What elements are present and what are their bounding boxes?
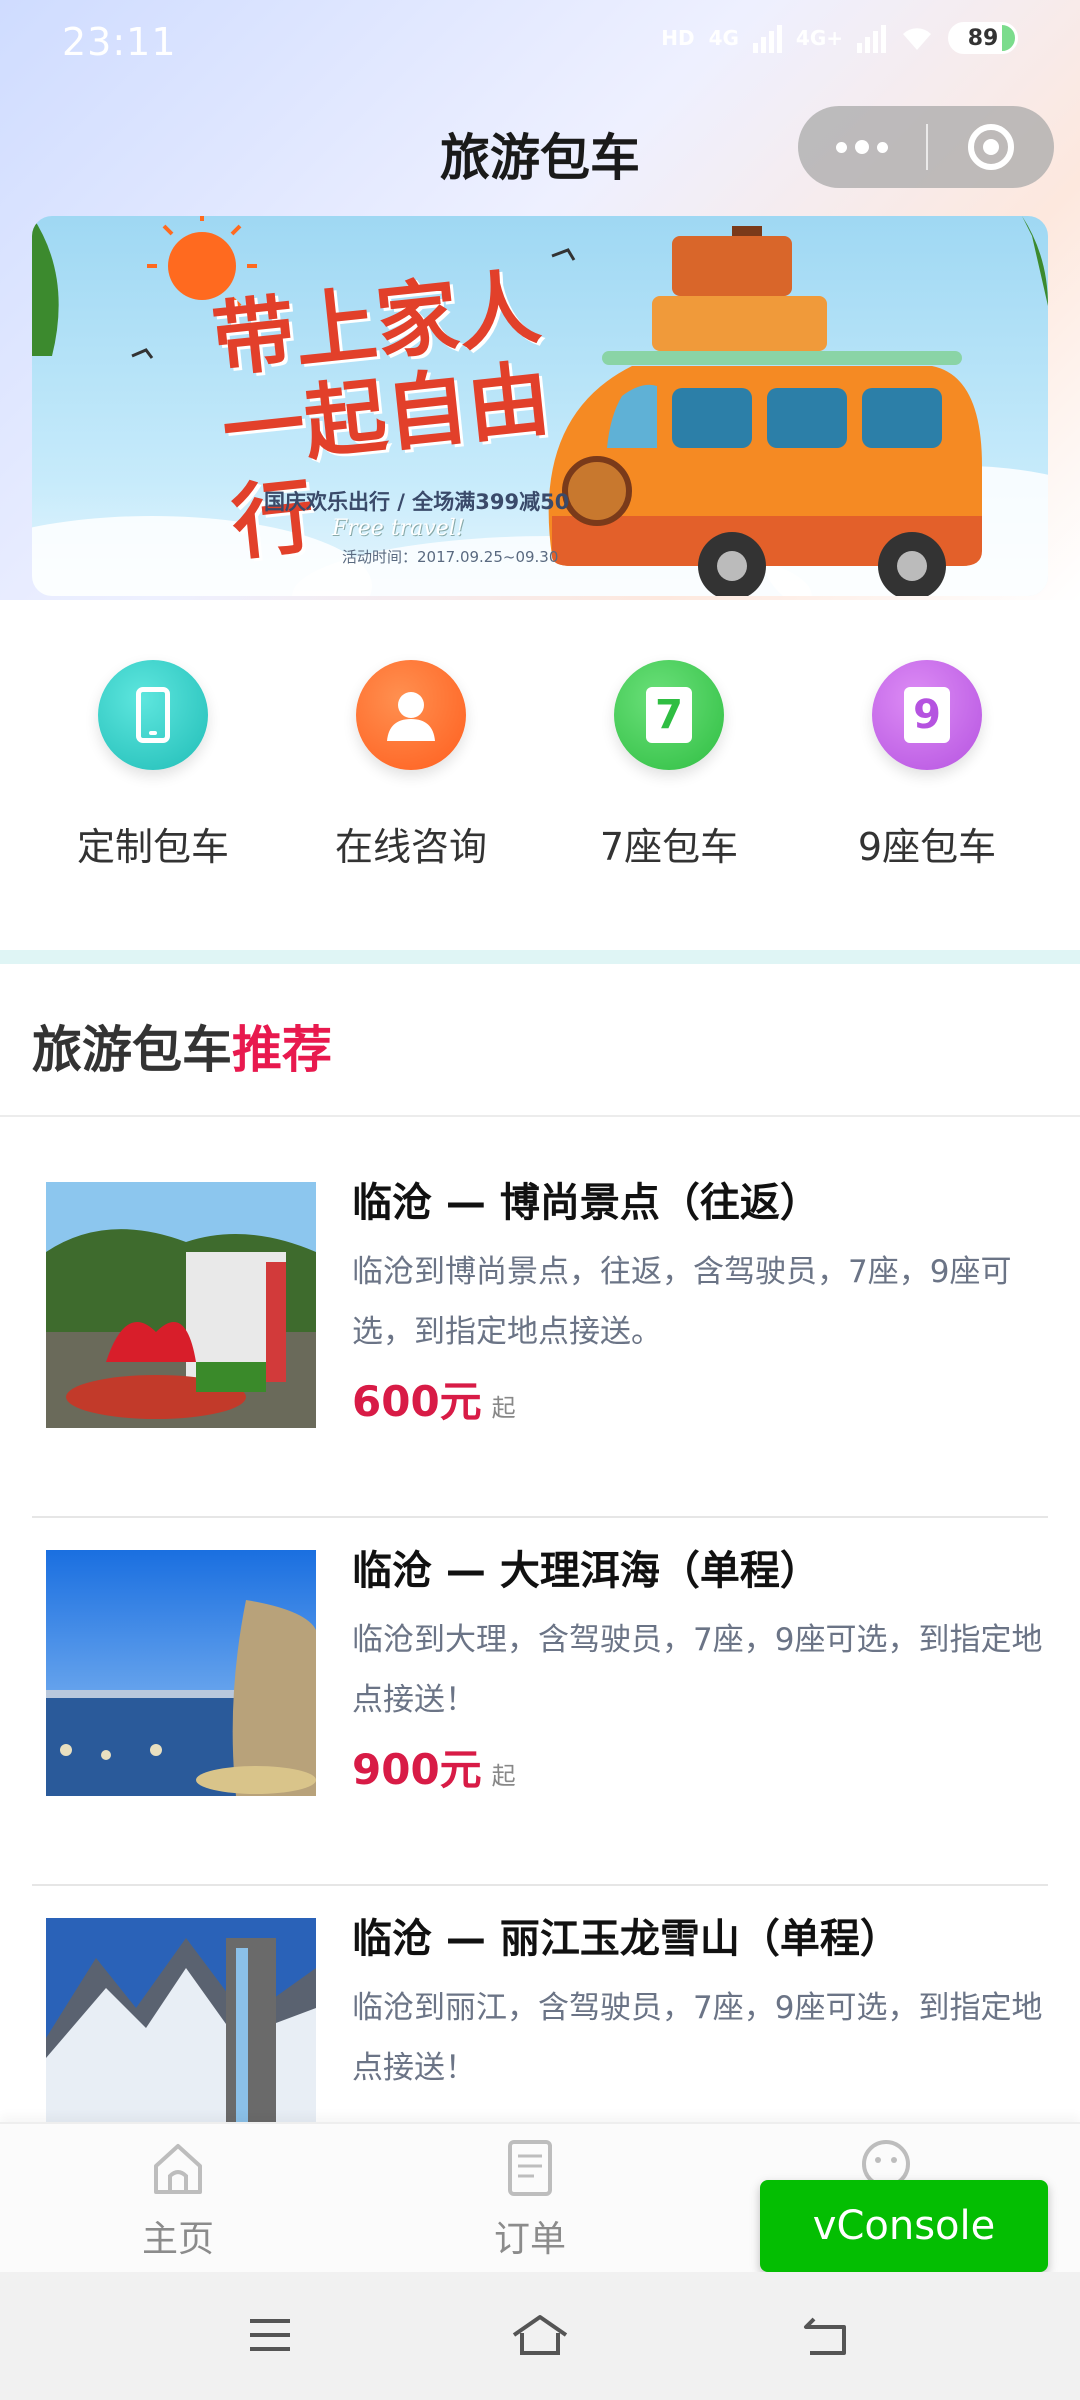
banner-date: 活动时间：2017.09.25~09.30 [342,548,559,566]
price-value: 900元 [352,1745,482,1794]
list-item[interactable]: 临沧 — 大理洱海（单程） 临沧到大理，含驾驶员，7座，9座可选，到指定地点接送… [32,1518,1048,1886]
signal-label-1: 4G [708,26,739,50]
signal-icon-2 [857,23,886,53]
section-underline [0,1115,1080,1117]
item-price: 900元 起 [352,1736,516,1797]
category-7-seat[interactable]: 7 7座包车 [559,660,779,890]
section-title: 旅游包车推荐 [32,1010,332,1082]
target-icon [968,124,1014,170]
miniprogram-capsule [798,106,1054,188]
order-icon [508,2140,552,2196]
section-title-highlight: 推荐 [232,1021,332,1079]
back-button[interactable] [785,2300,865,2370]
item-thumbnail [46,1182,316,1428]
section-divider [0,950,1080,964]
more-dot-icon [855,140,869,154]
price-suffix: 起 [491,1394,516,1422]
banner-english: Free travel! [332,516,465,541]
item-description: 临沧到大理，含驾驶员，7座，9座可选，到指定地点接送！ [352,1622,1043,1718]
item-description: 临沧到博尚景点，往返，含驾驶员，7座，9座可选，到指定地点接送。 [352,1254,1012,1350]
wifi-icon [903,28,931,50]
signal-icon [752,23,782,53]
close-button[interactable] [928,106,1054,188]
list-item[interactable]: 临沧 — 博尚景点（往返） 临沧到博尚景点，往返，含驾驶员，7座，9座可选，到指… [32,1150,1048,1518]
status-icons: HD 4G 4G+ 89 [661,22,1018,54]
system-navigation-bar [0,2272,1080,2400]
tab-home[interactable]: 主页 [78,2138,278,2262]
signal-label-2: 4G+ [795,26,843,50]
tab-orders[interactable]: 订单 [430,2138,630,2262]
vconsole-button[interactable]: vConsole [760,2180,1048,2272]
item-description: 临沧到丽江，含驾驶员，7座，9座可选，到指定地点接送！ [352,1990,1043,2086]
menu-icon [250,2319,290,2351]
category-label: 在线咨询 [334,825,487,869]
item-title: 临沧 — 丽江玉龙雪山（单程） [352,1916,900,1962]
navigation-bar: 旅游包车 [0,86,1080,206]
back-icon [804,2317,846,2355]
category-label: 9座包车 [857,825,997,869]
hd-badge: HD [661,26,695,50]
price-suffix: 起 [491,1762,516,1790]
more-dot-icon [877,141,888,153]
item-thumbnail [46,1550,316,1796]
item-title: 临沧 — 博尚景点（往返） [352,1180,820,1226]
item-price: 600元 起 [352,1368,516,1429]
seven-icon: 7 [614,660,724,770]
category-grid: 定制包车 在线咨询 7 7座包车 9 9座包车 [0,660,1080,890]
battery-icon: 89 [948,22,1018,54]
home-outline-icon [512,2315,568,2355]
price-value: 600元 [352,1377,482,1426]
category-9-seat[interactable]: 9 9座包车 [817,660,1037,890]
section-title-main: 旅游包车 [32,1021,232,1079]
category-label: 7座包车 [599,825,739,869]
tab-label: 订单 [493,2219,566,2260]
menu-button[interactable] [230,2300,310,2370]
more-dot-icon [836,141,847,153]
category-custom-charter[interactable]: 定制包车 [43,660,263,890]
tab-label: 主页 [141,2219,214,2260]
user-icon [356,660,466,770]
system-home-button[interactable] [500,2300,580,2370]
promo-banner[interactable]: 带上家人一起自由行 国庆欢乐出行 / 全场满399减50 Free travel… [32,216,1048,596]
item-title: 临沧 — 大理洱海（单程） [352,1548,820,1594]
category-label: 定制包车 [76,825,229,869]
status-time: 23:11 [62,20,177,64]
status-bar: 23:11 HD 4G 4G+ 89 [0,0,1080,86]
nine-icon: 9 [872,660,982,770]
banner-subtitle: 国庆欢乐出行 / 全场满399减50 [264,490,570,514]
phone-icon [98,660,208,770]
more-button[interactable] [798,106,926,188]
home-icon [154,2144,202,2194]
category-online-consult[interactable]: 在线咨询 [301,660,521,890]
